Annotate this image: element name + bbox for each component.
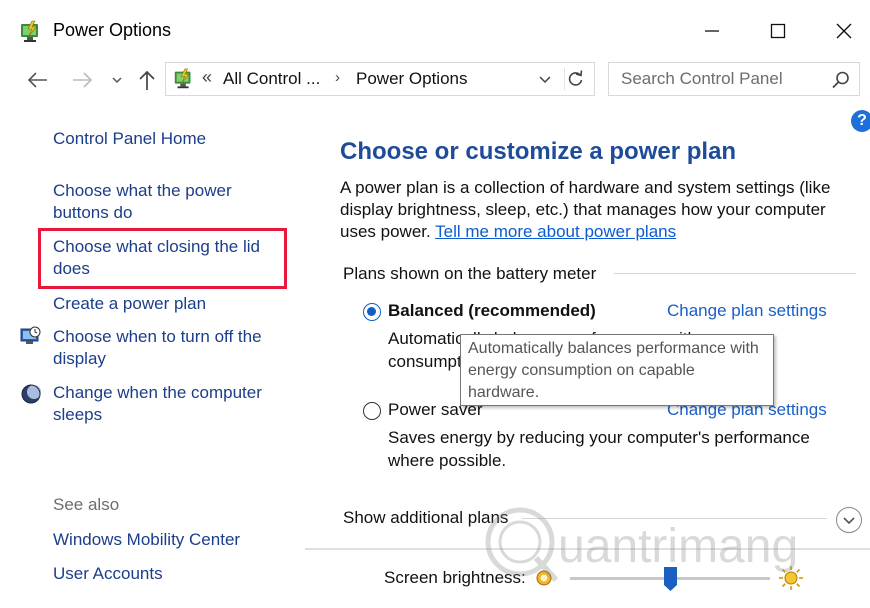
- breadcrumb-separator[interactable]: ›: [335, 69, 340, 86]
- breadcrumb-overflow[interactable]: «: [202, 67, 212, 88]
- back-arrow-icon[interactable]: [26, 69, 50, 91]
- power-saver-radio[interactable]: [363, 402, 381, 420]
- create-power-plan-link[interactable]: Create a power plan: [53, 293, 206, 315]
- brightness-slider-thumb[interactable]: [663, 566, 678, 592]
- turn-off-display-link[interactable]: Choose when to turn off the display: [53, 326, 283, 370]
- screen-brightness-label: Screen brightness:: [384, 568, 526, 587]
- breadcrumb-all-control-panel[interactable]: All Control ...: [223, 69, 320, 89]
- left-navigation-pane: Control Panel Home Choose what the power…: [0, 100, 305, 608]
- balanced-change-settings-link[interactable]: Change plan settings: [667, 301, 827, 321]
- user-accounts-link[interactable]: User Accounts: [53, 563, 163, 585]
- closing-lid-link[interactable]: Choose what closing the lid does: [53, 236, 278, 280]
- show-additional-plans-label[interactable]: Show additional plans: [343, 508, 508, 528]
- search-icon[interactable]: [831, 70, 851, 90]
- plans-section-heading: Plans shown on the battery meter: [343, 264, 597, 283]
- moon-icon: [20, 383, 42, 405]
- navigation-bar: « All Control ... › Power Options: [0, 62, 870, 100]
- minimize-button[interactable]: [684, 12, 740, 50]
- power-options-icon: [18, 20, 44, 44]
- close-button[interactable]: [816, 12, 870, 50]
- address-bar[interactable]: « All Control ... › Power Options: [165, 62, 595, 96]
- bright-sun-icon: [778, 565, 804, 591]
- breadcrumb-power-options[interactable]: Power Options: [356, 69, 468, 89]
- refresh-icon[interactable]: [564, 68, 586, 90]
- computer-sleeps-link[interactable]: Change when the computer sleeps: [53, 382, 283, 426]
- power-buttons-link[interactable]: Choose what the power buttons do: [53, 180, 273, 224]
- brightness-slider[interactable]: [570, 566, 770, 596]
- learn-more-link[interactable]: Tell me more about power plans: [435, 222, 676, 241]
- balanced-plan-name[interactable]: Balanced (recommended): [388, 301, 596, 321]
- balanced-radio[interactable]: [363, 303, 381, 321]
- help-icon[interactable]: ?: [851, 110, 870, 132]
- search-input[interactable]: [609, 63, 824, 95]
- windows-mobility-center-link[interactable]: Windows Mobility Center: [53, 529, 240, 551]
- address-dropdown-chevron-icon[interactable]: [536, 70, 554, 88]
- additional-plans-divider: [522, 518, 827, 519]
- dim-brightness-icon: [534, 568, 554, 588]
- expand-chevron-icon[interactable]: [836, 507, 862, 533]
- brightness-divider: [305, 548, 870, 550]
- window-title: Power Options: [53, 20, 172, 40]
- forward-arrow-icon[interactable]: [70, 69, 94, 91]
- monitor-clock-icon: [20, 326, 42, 346]
- maximize-button[interactable]: [750, 12, 806, 50]
- page-title: Choose or customize a power plan: [340, 138, 737, 165]
- page-description: A power plan is a collection of hardware…: [340, 177, 855, 243]
- plan-tooltip: Automatically balances performance with …: [460, 334, 774, 406]
- up-arrow-icon[interactable]: [136, 68, 158, 92]
- control-panel-icon: [172, 67, 196, 91]
- title-bar: Power Options: [0, 0, 870, 62]
- control-panel-home-link[interactable]: Control Panel Home: [53, 128, 206, 150]
- power-saver-plan-description: Saves energy by reducing your computer's…: [388, 428, 810, 470]
- section-divider: [614, 273, 856, 274]
- search-box[interactable]: [608, 62, 860, 96]
- recent-locations-chevron-icon[interactable]: [108, 71, 126, 89]
- see-also-heading: See also: [53, 495, 120, 514]
